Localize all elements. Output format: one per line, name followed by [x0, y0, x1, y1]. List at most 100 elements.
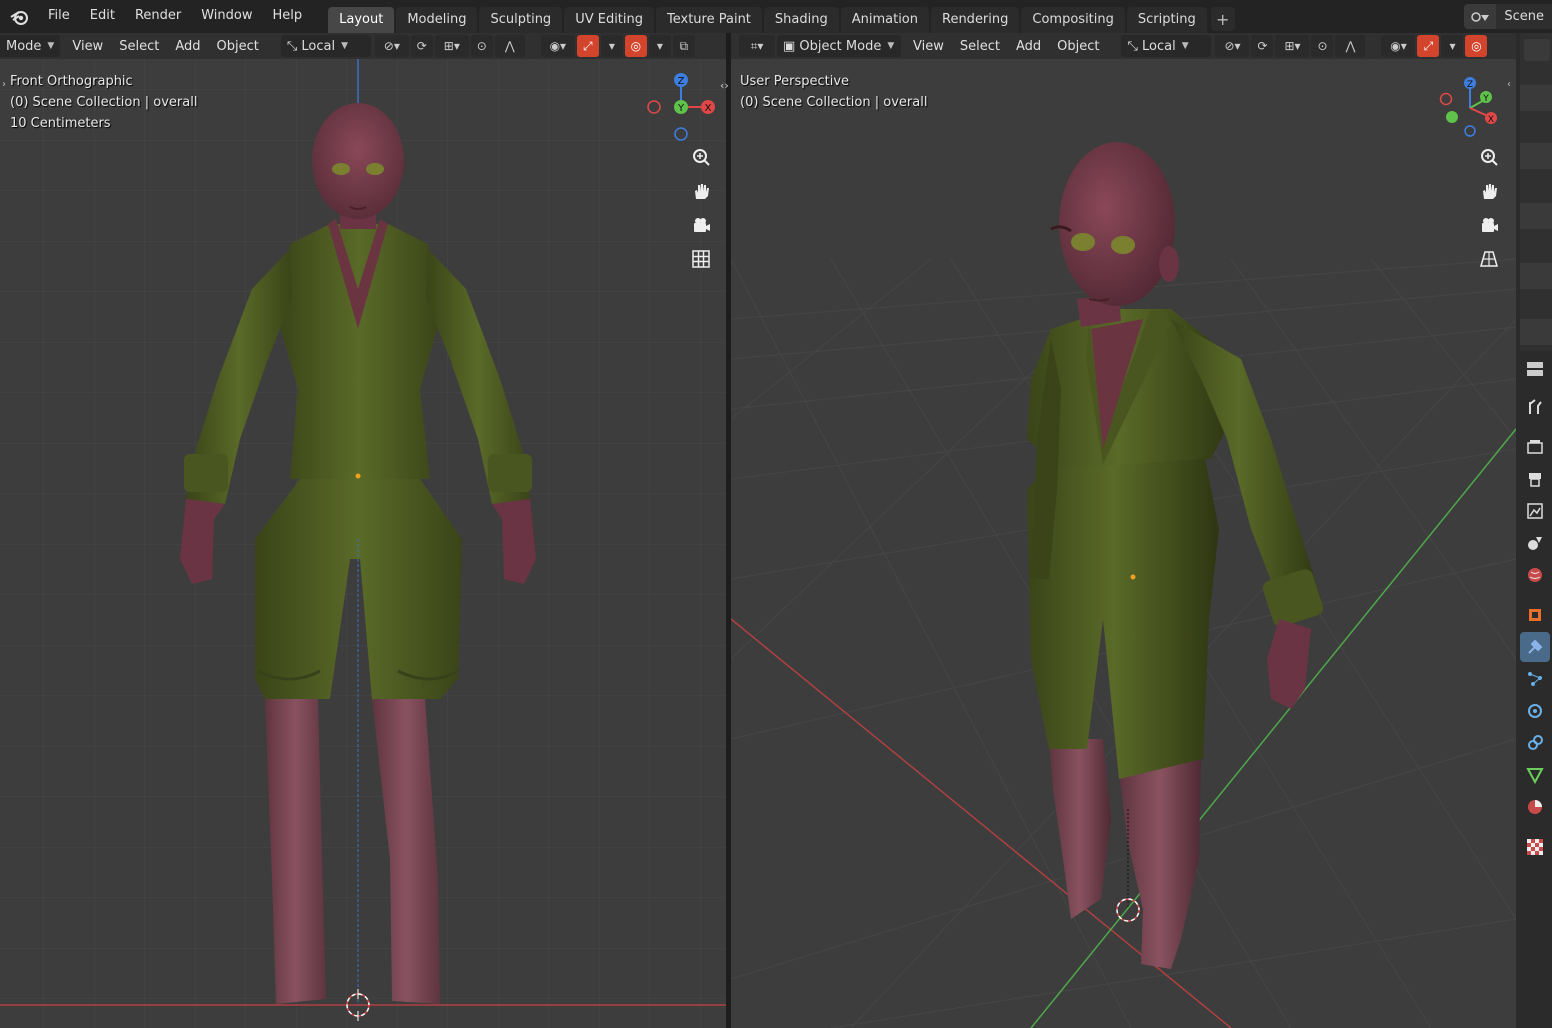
tab-uv-editing[interactable]: UV Editing — [564, 7, 655, 33]
menu-file[interactable]: File — [38, 0, 80, 33]
zoom-icon[interactable] — [1475, 143, 1503, 171]
area-split-arrows-icon[interactable]: ‹› — [720, 79, 729, 92]
mode-dropdown[interactable]: Mode ▼ — [0, 35, 61, 57]
physics-properties-icon[interactable] — [1520, 696, 1550, 726]
menu-render[interactable]: Render — [125, 0, 191, 33]
right-menu-object[interactable]: Object — [1049, 39, 1107, 54]
orientation-icon: ⤡ — [286, 38, 302, 54]
right-transform-orientation-dropdown[interactable]: ⤡ Local ▼ — [1121, 35, 1212, 57]
tab-compositing[interactable]: Compositing — [1021, 7, 1125, 33]
overlay-toggle-icon[interactable]: ◎ — [1465, 35, 1488, 57]
navigation-gizmo[interactable]: Z Y X — [1436, 73, 1506, 143]
gizmo-y-label: Y — [677, 103, 685, 114]
tab-texture-paint[interactable]: Texture Paint — [656, 7, 762, 33]
grid-ortho-icon[interactable] — [687, 245, 715, 273]
object-mode-dropdown[interactable]: ▣ Object Mode ▼ — [777, 35, 901, 57]
object-properties-icon[interactable] — [1520, 600, 1550, 630]
output-properties-icon[interactable] — [1520, 464, 1550, 494]
menu-edit[interactable]: Edit — [80, 0, 125, 33]
menu-help[interactable]: Help — [263, 0, 313, 33]
right-3d-viewport[interactable]: User Perspective (0) Scene Collection | … — [731, 59, 1516, 1028]
tab-animation[interactable]: Animation — [840, 7, 929, 33]
origin-point — [355, 473, 361, 479]
tab-modeling[interactable]: Modeling — [396, 7, 478, 33]
expand-toolbar-icon[interactable]: › — [2, 79, 6, 90]
chevron-down-icon: ▼ — [887, 41, 895, 51]
left-menu-select[interactable]: Select — [111, 39, 167, 54]
tab-scripting[interactable]: Scripting — [1126, 7, 1207, 33]
origin-point — [1130, 574, 1136, 580]
proportional-edit-icon[interactable]: ⊙ — [1311, 35, 1334, 57]
visibility-icon[interactable]: ◉▾ — [1381, 35, 1416, 57]
scene-selector[interactable]: Scene — [1464, 4, 1552, 29]
tab-rendering[interactable]: Rendering — [931, 7, 1020, 33]
tab-layout[interactable]: Layout — [328, 7, 395, 33]
left-3d-viewport[interactable]: Front Orthographic (0) Scene Collection … — [0, 59, 726, 1028]
view-layer-properties-icon[interactable] — [1520, 496, 1550, 526]
transform-orientation-dropdown[interactable]: ⤡ Local ▼ — [280, 35, 371, 57]
xray-toggle-icon[interactable]: ⧉ — [672, 35, 695, 57]
user-perspective-scene — [731, 59, 1516, 1028]
snap-icon[interactable]: ⟳ — [1251, 35, 1274, 57]
editor-type-icon[interactable]: ⌗▾ — [739, 35, 775, 57]
world-properties-icon[interactable] — [1520, 560, 1550, 590]
viewport-info: User Perspective (0) Scene Collection | … — [740, 71, 927, 113]
tool-properties-icon[interactable] — [1520, 392, 1550, 422]
constraints-properties-icon[interactable] — [1520, 728, 1550, 758]
right-menu-view[interactable]: View — [905, 39, 952, 54]
chevron-down-icon: ▼ — [1181, 41, 1189, 51]
right-viewport-header: ⌗▾ ▣ Object Mode ▼ View Select Add Object… — [731, 33, 1516, 59]
falloff-icon[interactable]: ⋀ — [494, 35, 525, 57]
overlay-toggle-icon[interactable]: ◎ — [624, 35, 647, 57]
scene-properties-icon[interactable] — [1520, 528, 1550, 558]
perspective-grid-icon[interactable] — [1475, 245, 1503, 273]
menu-window[interactable]: Window — [191, 0, 262, 33]
falloff-icon[interactable]: ⋀ — [1335, 35, 1366, 57]
pivot-point-icon[interactable]: ⊘▾ — [374, 35, 409, 57]
snap-target-icon[interactable]: ⊞▾ — [434, 35, 469, 57]
right-menu-select[interactable]: Select — [952, 39, 1008, 54]
orientation-label: Local — [301, 38, 336, 54]
expand-sidebar-icon[interactable]: ‹ — [1507, 79, 1511, 90]
camera-icon[interactable] — [687, 211, 715, 239]
pan-hand-icon[interactable] — [687, 177, 715, 205]
blender-logo-icon[interactable] — [0, 0, 38, 33]
gizmo-options-icon[interactable]: ▾ — [600, 35, 623, 57]
texture-properties-icon[interactable] — [1520, 832, 1550, 862]
gizmo-z-label: Z — [678, 76, 685, 87]
gizmo-options-icon[interactable]: ▾ — [1441, 35, 1464, 57]
particles-properties-icon[interactable] — [1520, 664, 1550, 694]
overlay-options-icon[interactable]: ▾ — [648, 35, 671, 57]
right-menu-add[interactable]: Add — [1008, 39, 1049, 54]
add-workspace-button[interactable]: + — [1210, 7, 1235, 31]
material-properties-icon[interactable] — [1520, 792, 1550, 822]
gizmo-toggle-icon[interactable]: ⤢ — [576, 35, 599, 57]
left-menu-add[interactable]: Add — [167, 39, 208, 54]
viewport-info: Front Orthographic (0) Scene Collection … — [10, 71, 197, 134]
left-menu-object[interactable]: Object — [208, 39, 266, 54]
pan-hand-icon[interactable] — [1475, 177, 1503, 205]
camera-icon[interactable] — [1475, 211, 1503, 239]
properties-display-icon[interactable] — [1520, 354, 1550, 384]
top-bar: File Edit Render Window Help Layout Mode… — [0, 0, 1552, 33]
proportional-edit-icon[interactable]: ⊙ — [470, 35, 493, 57]
modifier-properties-icon[interactable] — [1520, 632, 1550, 662]
left-menu-view[interactable]: View — [64, 39, 111, 54]
visibility-icon[interactable]: ◉▾ — [540, 35, 575, 57]
data-properties-icon[interactable] — [1520, 760, 1550, 790]
gizmo-toggle-icon[interactable]: ⤢ — [1417, 35, 1440, 57]
view-name: Front Orthographic — [10, 74, 133, 89]
grid-scale: 10 Centimeters — [10, 116, 111, 131]
snap-target-icon[interactable]: ⊞▾ — [1275, 35, 1310, 57]
snap-icon[interactable]: ⟳ — [410, 35, 433, 57]
tab-sculpting[interactable]: Sculpting — [479, 7, 563, 33]
gizmo-x-label: X — [1488, 115, 1494, 125]
render-properties-icon[interactable] — [1520, 432, 1550, 462]
chevron-down-icon: ▼ — [47, 41, 55, 51]
zoom-icon[interactable] — [687, 143, 715, 171]
navigation-gizmo[interactable]: Z X Y — [642, 67, 722, 147]
pivot-point-icon[interactable]: ⊘▾ — [1215, 35, 1250, 57]
tab-shading[interactable]: Shading — [763, 7, 839, 33]
editor-type-icon[interactable] — [1524, 39, 1550, 61]
front-ortho-scene — [0, 59, 726, 1028]
